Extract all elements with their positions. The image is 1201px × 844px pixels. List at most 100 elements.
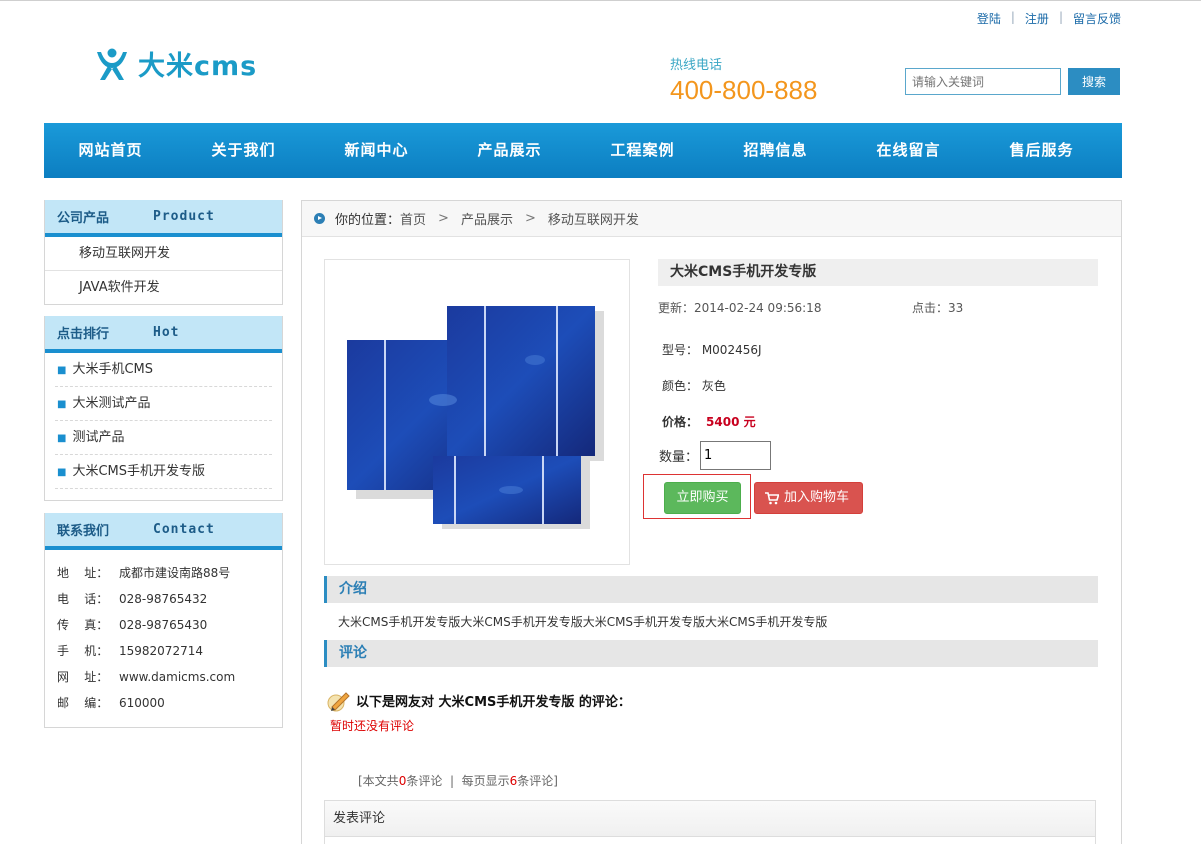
- breadcrumb-label: 你的位置：: [335, 213, 401, 228]
- contact-value: 15982072714: [119, 644, 203, 658]
- product-hits: 点击：33: [912, 301, 964, 315]
- logo-mark-icon: [97, 48, 127, 80]
- register-link[interactable]: 注册: [1025, 10, 1049, 27]
- contact-list: 地 址： 成都市建设南路88号 电 话： 028-98765432 传 真： 028-…: [45, 550, 282, 724]
- hot-item-label: 测试产品: [72, 430, 125, 445]
- sidebar-contact-title: 联系我们: [57, 524, 110, 539]
- product-meta: 更新：2014-02-24 09:56:18 点击：33: [658, 299, 1098, 316]
- product-image[interactable]: [324, 259, 630, 565]
- top-links: 登陆 | 注册 | 留言反馈: [977, 10, 1121, 27]
- add-to-cart-button[interactable]: 加入购物车: [754, 482, 863, 514]
- add-to-cart-label: 加入购物车: [784, 490, 850, 505]
- hot-item-label: 大米CMS手机开发专版: [72, 464, 205, 479]
- contact-key: 电 话：: [57, 592, 109, 606]
- sidebar-item-mobile-dev[interactable]: 移动互联网开发: [45, 237, 282, 271]
- product-price: 价格： 5400 元: [662, 413, 756, 430]
- hot-list-item[interactable]: ■ 大米测试产品: [55, 387, 272, 421]
- product-color: 颜色： 灰色: [662, 379, 726, 393]
- comments-stats: [本文共0条评论 | 每页显示6条评论]: [358, 772, 558, 789]
- buy-now-button[interactable]: 立即购买: [664, 482, 741, 514]
- breadcrumb-home[interactable]: 首页: [400, 209, 426, 228]
- feedback-link[interactable]: 留言反馈: [1073, 10, 1121, 27]
- contact-address: 地 址： 成都市建设南路88号: [57, 560, 282, 586]
- comments-section-header: 评论: [324, 640, 1098, 667]
- hot-list-item[interactable]: ■ 测试产品: [55, 421, 272, 455]
- sidebar-contact: 联系我们 Contact 地 址： 成都市建设南路88号 电 话： 028-9876…: [44, 513, 283, 728]
- site-logo[interactable]: 大米cms: [94, 44, 257, 83]
- pencil-icon: [327, 692, 350, 712]
- sidebar-products: 公司产品 Product 移动互联网开发 JAVA软件开发: [44, 200, 283, 305]
- contact-phone: 电 话： 028-98765432: [57, 586, 282, 612]
- product-model: 型号： M002456J: [662, 343, 762, 357]
- search-bar: 搜索: [905, 68, 1120, 95]
- breadcrumb-current[interactable]: 移动互联网开发: [548, 209, 639, 228]
- intro-text: 大米CMS手机开发专版大米CMS手机开发专版大米CMS手机开发专版大米CMS手机…: [338, 615, 828, 629]
- nav-item-cases[interactable]: 工程案例: [576, 123, 709, 178]
- contact-value: 028-98765432: [119, 592, 208, 606]
- sidebar-products-header: 公司产品 Product: [45, 200, 282, 237]
- hotline-number: 400-800-888: [670, 75, 818, 105]
- breadcrumb-products[interactable]: 产品展示: [461, 209, 513, 228]
- bullet-icon: ■: [57, 399, 67, 410]
- quantity-label: 数量：: [659, 450, 699, 465]
- sidebar-hot: 点击排行 Hot ■ 大米手机CMS ■ 大米测试产品 ■ 测试产品 ■ 大米CMS手机…: [44, 316, 283, 501]
- post-comment-box: 发表评论: [324, 800, 1096, 844]
- contact-key: 传 真：: [57, 618, 109, 632]
- nav-item-service[interactable]: 售后服务: [975, 123, 1108, 178]
- hot-item-label: 大米测试产品: [72, 396, 151, 411]
- nav-item-about[interactable]: 关于我们: [177, 123, 310, 178]
- top-border: [0, 0, 1201, 1]
- product-title: 大米CMS手机开发专版: [658, 259, 1098, 286]
- login-link[interactable]: 登陆: [977, 10, 1001, 27]
- sidebar-contact-header: 联系我们 Contact: [45, 513, 282, 550]
- nav-item-products[interactable]: 产品展示: [443, 123, 576, 178]
- contact-fax: 传 真： 028-98765430: [57, 612, 282, 638]
- hotline: 热线电话 400-800-888: [670, 54, 817, 106]
- hot-list-item[interactable]: ■ 大米手机CMS: [55, 353, 272, 387]
- sidebar-item-java-dev[interactable]: JAVA软件开发: [45, 271, 282, 305]
- quantity-row: 数量：: [659, 441, 772, 470]
- nav-item-message[interactable]: 在线留言: [842, 123, 975, 178]
- logo-text: 大米cms: [138, 51, 258, 82]
- contact-mobile: 手 机： 15982072714: [57, 638, 282, 664]
- contact-website: 网 址： www.damicms.com: [57, 664, 282, 690]
- main-content: 你的位置： 首页 > 产品展示 > 移动互联网开发 大米CMS手机开发专版 更新…: [301, 200, 1122, 844]
- chevron-right-icon: >: [438, 211, 449, 226]
- sidebar-products-title: 公司产品: [57, 211, 110, 226]
- chevron-right-icon: >: [524, 211, 536, 226]
- contact-key: 邮 编：: [57, 696, 109, 710]
- breadcrumb: 你的位置： 首页 > 产品展示 > 移动互联网开发: [302, 201, 1121, 237]
- comments-heading: 以下是网友对 大米CMS手机开发专版 的评论：: [326, 687, 631, 713]
- sidebar-hot-header: 点击排行 Hot: [45, 316, 282, 353]
- nav-item-jobs[interactable]: 招聘信息: [709, 123, 842, 178]
- sidebar-hot-title: 点击排行: [57, 327, 110, 342]
- hot-item-label: 大米手机CMS: [72, 362, 153, 377]
- product-updated: 更新：2014-02-24 09:56:18: [658, 301, 822, 315]
- bullet-icon: ■: [57, 433, 67, 444]
- cart-icon: [765, 491, 779, 504]
- divider: |: [1010, 10, 1015, 24]
- bullet-icon: ■: [57, 365, 67, 376]
- contact-key: 地 址：: [57, 566, 109, 580]
- contact-value: 成都市建设南路88号: [119, 566, 231, 580]
- arrow-circle-icon: [314, 213, 325, 224]
- solar-panel-image: [347, 306, 604, 529]
- stats-mid: 条评论 | 每页显示: [406, 774, 510, 788]
- hotline-label: 热线电话: [670, 58, 723, 73]
- bullet-icon: ■: [57, 467, 67, 478]
- contact-key: 手 机：: [57, 644, 109, 658]
- search-button[interactable]: 搜索: [1068, 68, 1120, 95]
- contact-value: 028-98765430: [119, 618, 208, 632]
- no-comments-text: 暂时还没有评论: [330, 719, 415, 733]
- nav-item-home[interactable]: 网站首页: [44, 123, 177, 178]
- sidebar-contact-title-en: Contact: [153, 522, 215, 537]
- search-input[interactable]: [905, 68, 1061, 95]
- nav-item-news[interactable]: 新闻中心: [310, 123, 443, 178]
- sidebar-hot-title-en: Hot: [153, 325, 180, 340]
- sidebar-products-title-en: Product: [153, 209, 215, 224]
- main-nav: 网站首页 关于我们 新闻中心 产品展示 工程案例 招聘信息 在线留言 售后服务: [44, 123, 1122, 178]
- hot-list-item[interactable]: ■ 大米CMS手机开发专版: [55, 455, 272, 489]
- price-label: 价格：: [662, 415, 699, 429]
- quantity-input[interactable]: [700, 441, 772, 470]
- contact-value: www.damicms.com: [119, 670, 236, 684]
